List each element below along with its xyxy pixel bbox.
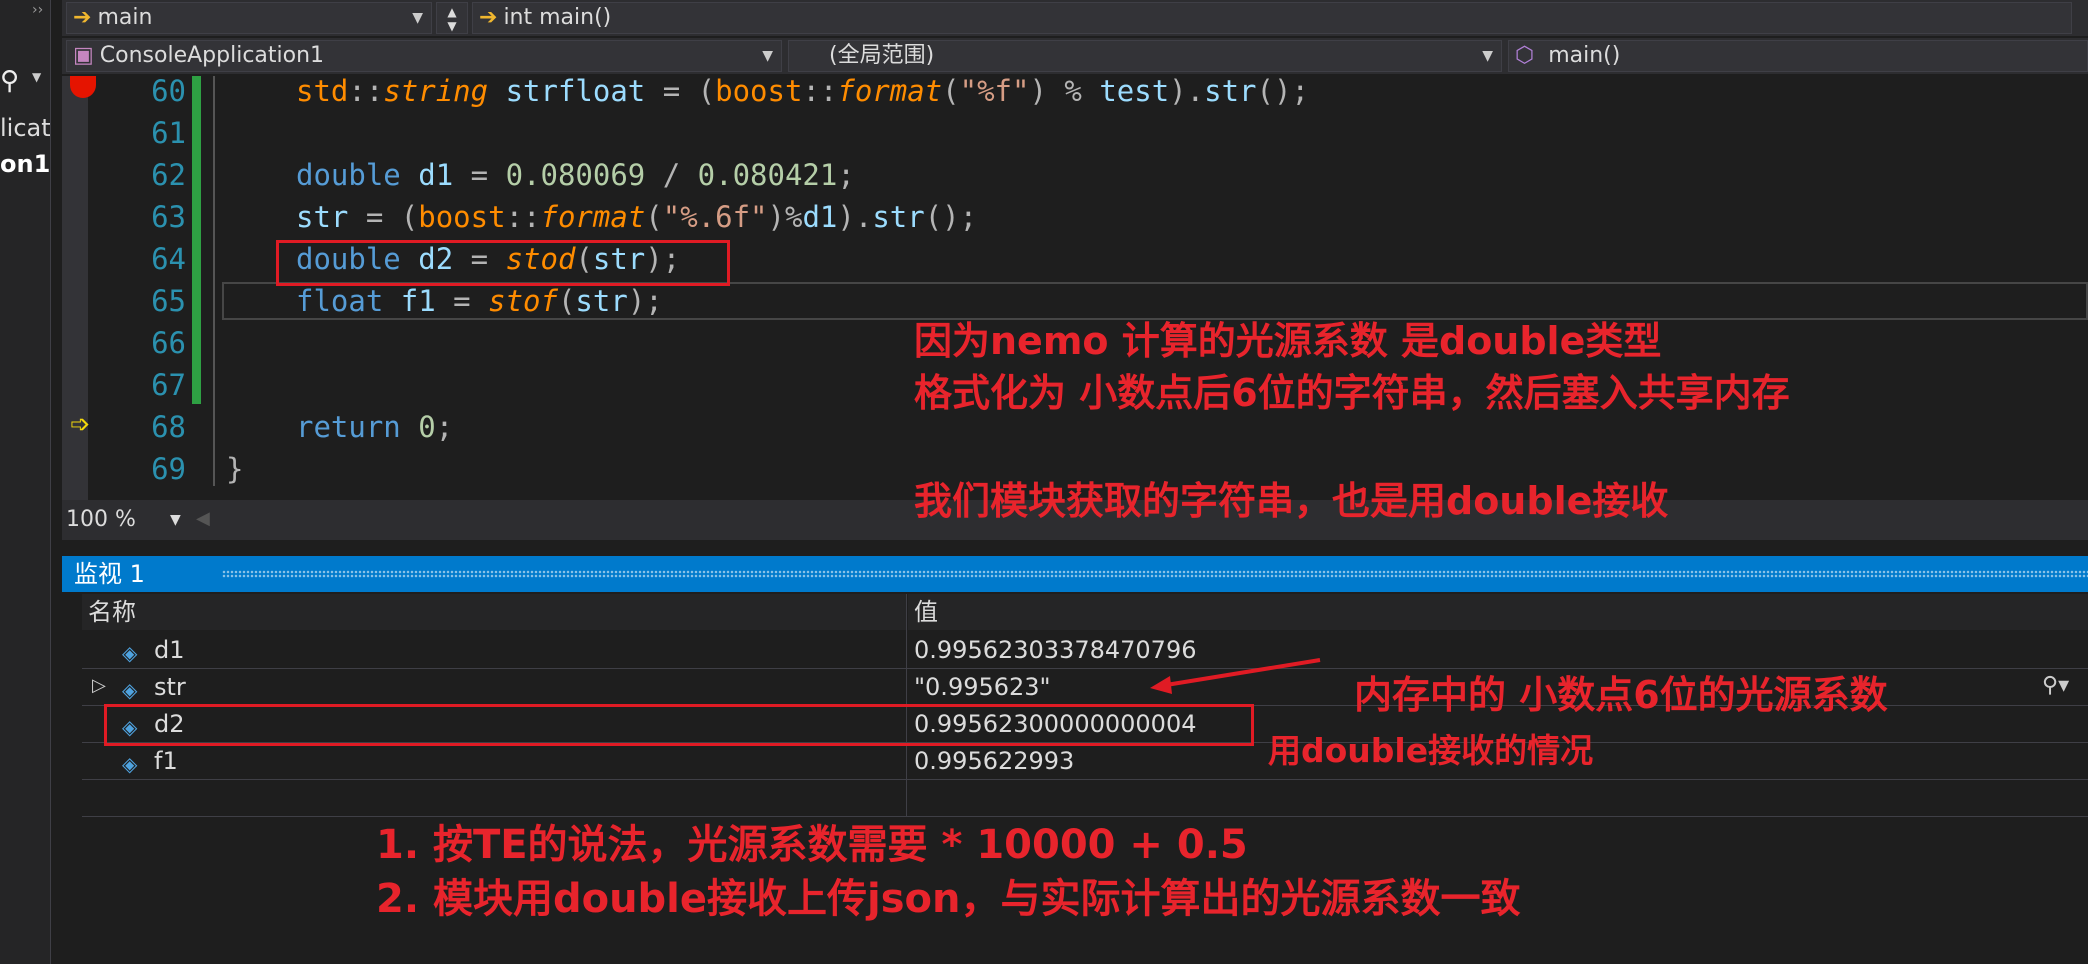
solution-explorer-strip: ›› ⚲ ▼ licati on1 [0, 0, 51, 964]
line-number: 62 [151, 158, 186, 192]
scope-combo-label: (全局范围) [829, 43, 935, 68]
project-combo-label: ConsoleApplication1 [99, 43, 325, 68]
function-combo[interactable]: ➔ main ▼ [66, 2, 432, 34]
annotation-text: 1. 按TE的说法，光源系数需要 * 10000 + 0.5 [376, 822, 1248, 868]
solution-tree-item[interactable]: on1 [0, 150, 50, 178]
outline-guide [213, 76, 215, 486]
line-number: 63 [151, 200, 186, 234]
line-number: 68 [151, 410, 186, 444]
change-tracking-bar [192, 76, 201, 404]
column-header-value[interactable]: 值 [908, 594, 2088, 630]
watch-name: str [154, 673, 186, 701]
member-combo-label: int main() [503, 5, 612, 30]
watch-window-title[interactable]: 监视 1 [62, 556, 2088, 592]
chevron-down-icon[interactable]: ▼ [32, 70, 41, 84]
annotation-arrow [1150, 658, 1321, 694]
code-line[interactable]: double d1 = 0.080069 / 0.080421; [296, 158, 855, 192]
zoom-select[interactable]: 100 % ▼ [66, 504, 186, 536]
project-icon: ▣ [73, 43, 94, 68]
code-line[interactable]: str = (boost::format("%.6f")%d1).str(); [296, 200, 977, 234]
member-combo-label: main() [1548, 43, 1621, 68]
line-number: 61 [151, 116, 186, 150]
watch-row[interactable]: ◈ f1 0.995622993 [82, 743, 2088, 780]
line-number: 69 [151, 452, 186, 486]
annotation-text: 因为nemo 计算的光源系数 是double类型 [914, 319, 1662, 363]
code-line[interactable]: float f1 = stof(str); [296, 284, 663, 318]
arrow-right-icon: ➔ [479, 5, 498, 30]
line-number: 60 [151, 74, 186, 108]
variable-icon: ◈ [122, 641, 138, 665]
code-line[interactable]: std::string strfloat = (boost::format("%… [296, 74, 1309, 108]
member-combo[interactable]: ⬡ main() [1508, 40, 2088, 72]
code-line[interactable]: return 0; [296, 410, 453, 444]
search-icon[interactable]: ⚲ [0, 66, 19, 96]
method-icon: ⬡ [1515, 43, 1535, 68]
chevron-down-icon: ▼ [1482, 48, 1493, 64]
highlight-box-line-64 [276, 240, 730, 286]
zoom-value: 100 % [66, 507, 136, 532]
line-number: 64 [151, 242, 186, 276]
highlight-box-d2 [104, 704, 1254, 746]
watch-name: f1 [154, 747, 178, 775]
scroll-left-icon[interactable]: ◀ [196, 508, 210, 529]
chevron-down-icon: ▼ [762, 48, 773, 64]
watch-title: 监视 1 [74, 560, 145, 588]
watch-name: d1 [154, 636, 185, 664]
column-header-name[interactable]: 名称 [82, 594, 906, 630]
chevron-down-icon: ▼ [170, 512, 181, 528]
variable-icon: ◈ [122, 678, 138, 702]
current-statement-arrow-icon: ➩ [70, 410, 91, 438]
line-number: 67 [151, 368, 186, 402]
combo-spinner[interactable]: ▲ ▼ [436, 2, 468, 34]
watch-value[interactable]: "0.995623" [914, 669, 1051, 705]
watch-value[interactable]: 0.995622993 [914, 743, 1074, 779]
magnifier-icon[interactable]: ⚲▾ [2042, 673, 2069, 698]
solution-tree-item[interactable]: licati [0, 114, 50, 142]
expand-icon[interactable]: ▷ [92, 675, 106, 696]
overflow-icon[interactable]: ›› [32, 2, 43, 18]
code-line[interactable]: } [226, 452, 243, 486]
scope-combo[interactable]: (全局范围) ▼ [788, 40, 1502, 72]
variable-icon: ◈ [122, 752, 138, 776]
line-number: 66 [151, 326, 186, 360]
annotation-text: 我们模块获取的字符串，也是用double接收 [914, 479, 1669, 523]
annotation-text: 格式化为 小数点后6位的字符串，然后塞入共享内存 [914, 371, 1790, 415]
title-grip [222, 570, 2088, 578]
line-number: 65 [151, 284, 186, 318]
function-combo-label: main [97, 5, 153, 30]
arrow-right-icon: ➔ [73, 5, 92, 30]
chevron-down-icon: ▼ [412, 10, 423, 26]
project-combo[interactable]: ▣ ConsoleApplication1 ▼ [66, 40, 782, 72]
annotation-text: 内存中的 小数点6位的光源系数 [1354, 673, 1888, 717]
annotation-text: 2. 模块用double接收上传json，与实际计算出的光源系数一致 [376, 876, 1521, 922]
annotation-text: 用double接收的情况 [1268, 731, 1594, 770]
member-combo-top[interactable]: ➔ int main() [472, 2, 2072, 34]
